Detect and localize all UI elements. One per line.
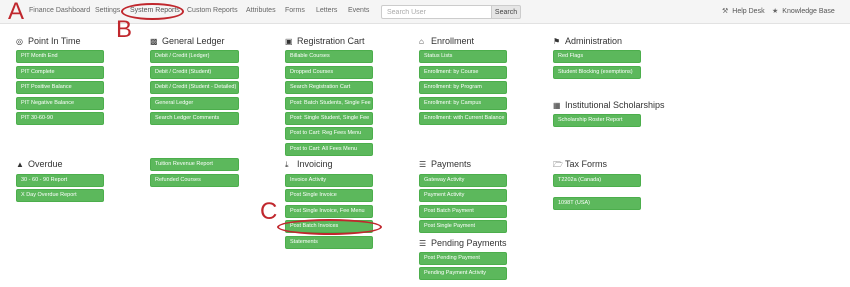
search-user-input[interactable]: [381, 5, 492, 19]
button-post-single-payment[interactable]: Post Single Payment: [419, 220, 507, 233]
section-title-payments: ☰ Payments: [419, 159, 471, 169]
help-desk-link[interactable]: ⚒ Help Desk: [722, 7, 765, 15]
button-pit-complete[interactable]: PIT Complete: [16, 66, 104, 79]
button-enrollment-by-program[interactable]: Enrollment: by Program: [419, 81, 507, 94]
institutional-scholarships-label: Institutional Scholarships: [565, 100, 665, 110]
button-post-to-cart-all-fees-menu[interactable]: Post to Cart: All Fees Menu: [285, 143, 373, 156]
section-title-administration: ⚑ Administration: [553, 36, 622, 46]
button-pit-positive-balance[interactable]: PIT Positive Balance: [16, 81, 104, 94]
pending-payments-label: Pending Payments: [431, 238, 507, 248]
button-invoice-activity[interactable]: Invoice Activity: [285, 174, 373, 187]
button-enrollment-with-current-balance[interactable]: Enrollment: with Current Balance: [419, 112, 507, 125]
section-title-point-in-time: ◎ Point In Time: [16, 36, 81, 46]
nav-finance-dashboard[interactable]: Finance Dashboard: [29, 7, 90, 14]
button-debit-credit-ledger[interactable]: Debit / Credit (Ledger): [150, 50, 239, 63]
annotation-letter-a: A: [8, 0, 25, 25]
button-refunded-courses[interactable]: Refunded Courses: [150, 174, 239, 187]
registration-cart-label: Registration Cart: [297, 36, 365, 46]
wrench-icon: ⚒: [722, 8, 729, 15]
nav-events[interactable]: Events: [348, 7, 369, 14]
button-pit-30-60-90[interactable]: PIT 30-60-90: [16, 112, 104, 125]
annotation-oval-system-reports: [121, 3, 184, 20]
button-post-pending-payment[interactable]: Post Pending Payment: [419, 252, 507, 265]
button-post-single-invoice-fee-menu[interactable]: Post Single Invoice, Fee Menu: [285, 205, 373, 218]
button-post-single-invoice[interactable]: Post Single Invoice: [285, 189, 373, 202]
book-icon: ★: [772, 8, 779, 15]
section-title-enrollment: ⌂ Enrollment: [419, 36, 474, 46]
annotation-letter-b: B: [116, 16, 133, 43]
location-target-icon: ◎: [16, 37, 23, 46]
button-post-batch-payment[interactable]: Post Batch Payment: [419, 205, 507, 218]
warning-icon: ▲: [16, 160, 24, 169]
nav-forms[interactable]: Forms: [285, 7, 305, 14]
button-debit-credit-student[interactable]: Debit / Credit (Student): [150, 66, 239, 79]
overdue-label: Overdue: [28, 159, 63, 169]
annotation-oval-post-batch-invoices: [277, 219, 382, 235]
button-scholarship-roster-report[interactable]: Scholarship Roster Report: [553, 114, 641, 127]
button-gateway-activity[interactable]: Gateway Activity: [419, 174, 507, 187]
section-title-institutional-scholarships: ▦ Institutional Scholarships: [553, 100, 665, 110]
button-search-ledger-comments[interactable]: Search Ledger Comments: [150, 112, 239, 125]
button-payment-activity[interactable]: Payment Activity: [419, 189, 507, 202]
flag-icon: ⚑: [553, 37, 561, 46]
nav-settings[interactable]: Settings: [95, 7, 120, 14]
button-t2202a-canada[interactable]: T2202a (Canada): [553, 174, 641, 187]
folder-open-icon: 🗁: [553, 160, 563, 169]
knowledge-base-link[interactable]: ★ Knowledge Base: [772, 7, 835, 15]
download-icon: ⤓: [285, 160, 289, 169]
payments-label: Payments: [431, 159, 472, 169]
button-enrollment-by-course[interactable]: Enrollment: by Course: [419, 66, 507, 79]
button-tuition-revenue-report[interactable]: Tuition Revenue Report: [150, 158, 239, 171]
button-red-flags[interactable]: Red Flags: [553, 50, 641, 63]
section-title-tax-forms: 🗁 Tax Forms: [553, 159, 607, 173]
nav-letters[interactable]: Letters: [316, 7, 337, 14]
button-dropped-courses[interactable]: Dropped Courses: [285, 66, 373, 79]
section-title-invoicing: ⤓ Invoicing: [285, 159, 333, 170]
tax-forms-label: Tax Forms: [565, 159, 608, 169]
button-pending-payment-activity[interactable]: Pending Payment Activity: [419, 267, 507, 280]
help-desk-label: Help Desk: [732, 8, 765, 15]
button-student-blocking-exemptions[interactable]: Student Blocking (exemptions): [553, 66, 641, 79]
cart-icon: ▣: [285, 37, 293, 46]
list-icon: ☰: [419, 239, 427, 248]
section-title-pending-payments: ☰ Pending Payments: [419, 238, 507, 248]
button-x-day-overdue-report[interactable]: X Day Overdue Report: [16, 189, 104, 202]
general-ledger-label: General Ledger: [162, 36, 225, 46]
button-pit-month-end[interactable]: PIT Month End: [16, 50, 104, 63]
button-30-60-90-report[interactable]: 30 - 60 - 90 Report: [16, 174, 104, 187]
section-title-overdue: ▲ Overdue: [16, 159, 63, 169]
button-1098t-usa[interactable]: 1098T (USA): [553, 197, 641, 210]
button-post-to-cart-reg-fees-menu[interactable]: Post to Cart: Reg Fees Menu: [285, 127, 373, 140]
button-statements[interactable]: Statements: [285, 236, 373, 249]
button-debit-credit-student-detailed[interactable]: Debit / Credit (Student - Detailed): [150, 81, 239, 94]
bar-chart-icon: ▩: [150, 37, 158, 46]
button-search-registration-cart[interactable]: Search Registration Cart: [285, 81, 373, 94]
button-enrollment-by-campus[interactable]: Enrollment: by Campus: [419, 97, 507, 110]
home-icon: ⌂: [419, 37, 424, 46]
administration-label: Administration: [565, 36, 623, 46]
nav-attributes[interactable]: Attributes: [246, 7, 276, 14]
list-icon: ☰: [419, 160, 427, 169]
button-billable-courses[interactable]: Billable Courses: [285, 50, 373, 63]
search-button[interactable]: Search: [491, 5, 521, 19]
section-title-registration-cart: ▣ Registration Cart: [285, 36, 365, 46]
button-general-ledger[interactable]: General Ledger: [150, 97, 239, 110]
enrollment-label: Enrollment: [431, 36, 475, 46]
grid-icon: ▦: [553, 101, 561, 110]
nav-custom-reports[interactable]: Custom Reports: [187, 7, 238, 14]
button-post-batch-students-single-fee[interactable]: Post: Batch Students, Single Fee: [285, 97, 373, 110]
button-status-lists[interactable]: Status Lists: [419, 50, 507, 63]
button-post-single-student-single-fee[interactable]: Post: Single Student, Single Fee: [285, 112, 373, 125]
invoicing-label: Invoicing: [297, 159, 333, 169]
knowledge-base-label: Knowledge Base: [782, 8, 835, 15]
point-in-time-label: Point In Time: [28, 36, 81, 46]
section-title-general-ledger: ▩ General Ledger: [150, 36, 225, 46]
button-pit-negative-balance[interactable]: PIT Negative Balance: [16, 97, 104, 110]
annotation-letter-c: C: [260, 198, 278, 225]
